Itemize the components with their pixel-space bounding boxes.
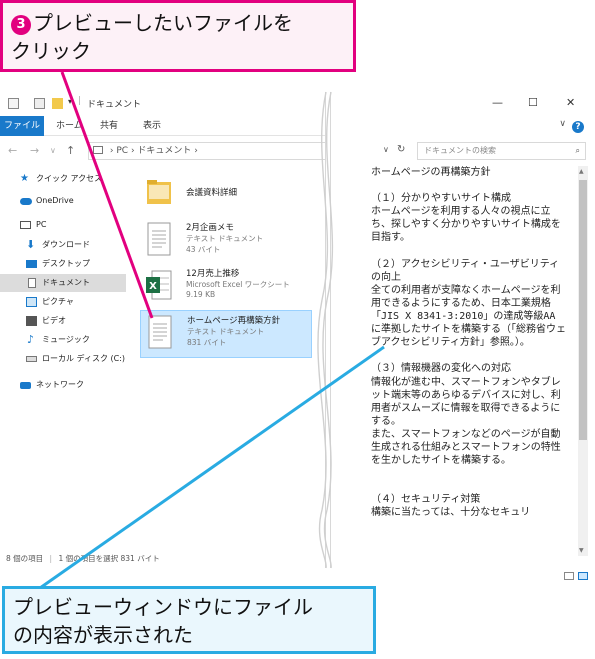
instruction-callout: 3 プレビューしたいファイルを クリック (0, 0, 356, 72)
callout-lines (39, 71, 385, 590)
bottom-callout-pointer (39, 345, 385, 590)
step-number-badge: 3 (11, 15, 31, 35)
instruction-text: プレビューしたいファイルを クリック (11, 11, 293, 63)
top-callout-pointer (60, 71, 154, 319)
result-callout: プレビューウィンドウにファイル の内容が表示された (2, 586, 376, 654)
result-text: プレビューウィンドウにファイル の内容が表示された (13, 595, 313, 647)
